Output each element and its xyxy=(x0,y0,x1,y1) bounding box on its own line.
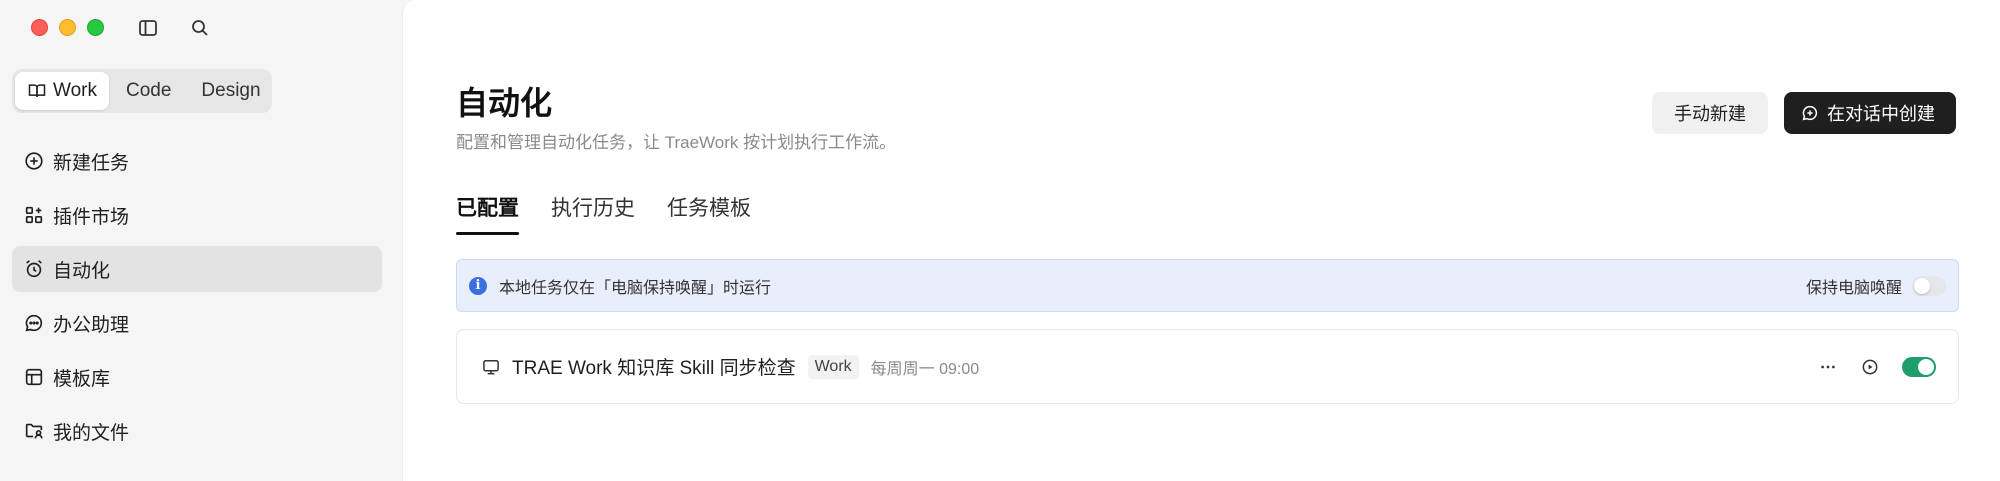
chat-bubble-icon xyxy=(25,314,43,332)
task-enabled-toggle[interactable] xyxy=(1902,356,1936,377)
info-icon: i xyxy=(469,276,487,295)
manual-create-button[interactable]: 手动新建 xyxy=(1652,92,1768,134)
tab-history[interactable]: 执行历史 xyxy=(551,192,635,235)
keep-awake-control: 保持电脑唤醒 xyxy=(1806,274,1946,298)
search-icon[interactable] xyxy=(188,16,212,40)
folder-user-icon xyxy=(25,423,43,439)
create-in-chat-button[interactable]: 在对话中创建 xyxy=(1784,92,1956,134)
task-tag: Work xyxy=(807,354,859,379)
sidebar-item-label: 插件市场 xyxy=(53,206,130,228)
task-schedule: 每周周一 09:00 xyxy=(870,360,980,378)
sidebar: Work Code Design 新建任务 插件市场 自动化 办公助理 模板库 xyxy=(0,0,402,481)
mode-label: Design xyxy=(201,80,261,101)
banner-text: 本地任务仅在「电脑保持唤醒」时运行 xyxy=(499,279,772,297)
sidebar-item-label: 模板库 xyxy=(53,368,111,390)
alarm-clock-icon xyxy=(26,260,42,278)
mode-switch: Work Code Design xyxy=(12,69,272,113)
sidebar-item-plugin-market[interactable]: 插件市场 xyxy=(12,192,382,238)
tab-configured[interactable]: 已配置 xyxy=(456,192,519,235)
keep-awake-toggle[interactable] xyxy=(1912,275,1946,296)
mode-label: Work xyxy=(53,80,97,101)
sidebar-item-automation[interactable]: 自动化 xyxy=(12,246,382,292)
book-icon xyxy=(28,84,46,97)
maximize-window-button[interactable] xyxy=(87,19,104,36)
sidebar-item-office-assistant[interactable]: 办公助理 xyxy=(12,300,382,346)
more-options-icon[interactable] xyxy=(1818,357,1838,377)
chat-plus-icon xyxy=(1802,105,1818,121)
task-title: TRAE Work 知识库 Skill 同步检查 xyxy=(512,358,796,379)
mode-work[interactable]: Work xyxy=(15,72,109,110)
sidebar-toggle-icon[interactable] xyxy=(136,16,160,40)
sidebar-item-label: 我的文件 xyxy=(53,422,130,444)
sidebar-nav: 新建任务 插件市场 自动化 办公助理 模板库 我的文件 xyxy=(12,138,382,462)
task-actions xyxy=(1818,356,1936,377)
sidebar-item-label: 自动化 xyxy=(53,260,111,282)
sidebar-item-label: 新建任务 xyxy=(53,152,130,174)
monitor-icon xyxy=(483,359,499,374)
create-in-chat-label: 在对话中创建 xyxy=(1827,104,1935,124)
manual-create-label: 手动新建 xyxy=(1674,104,1746,124)
page-subtitle: 配置和管理自动化任务，让 TraeWork 按计划执行工作流。 xyxy=(456,133,897,152)
mode-design[interactable]: Design xyxy=(188,72,273,110)
keep-awake-label: 保持电脑唤醒 xyxy=(1805,279,1902,297)
mode-label: Code xyxy=(125,80,172,101)
sidebar-item-template-library[interactable]: 模板库 xyxy=(12,354,382,400)
tab-bar: 已配置 执行历史 任务模板 xyxy=(456,192,751,235)
sidebar-item-label: 办公助理 xyxy=(53,314,130,336)
close-window-button[interactable] xyxy=(31,19,48,36)
tab-templates[interactable]: 任务模板 xyxy=(667,192,751,235)
sidebar-item-my-files[interactable]: 我的文件 xyxy=(12,408,382,454)
plus-circle-icon xyxy=(25,152,43,170)
main-panel: 自动化 配置和管理自动化任务，让 TraeWork 按计划执行工作流。 手动新建… xyxy=(402,0,2000,481)
window-controls xyxy=(31,19,104,36)
plugin-grid-icon xyxy=(25,206,43,224)
task-row[interactable]: TRAE Work 知识库 Skill 同步检查 Work 每周周一 09:00 xyxy=(456,329,1959,404)
sidebar-item-new-task[interactable]: 新建任务 xyxy=(12,138,382,184)
info-banner: i 本地任务仅在「电脑保持唤醒」时运行 保持电脑唤醒 xyxy=(456,259,1959,312)
run-now-icon[interactable] xyxy=(1860,357,1880,377)
mode-code[interactable]: Code xyxy=(113,72,184,110)
page-title: 自动化 xyxy=(456,85,553,121)
minimize-window-button[interactable] xyxy=(59,19,76,36)
template-icon xyxy=(25,368,43,386)
